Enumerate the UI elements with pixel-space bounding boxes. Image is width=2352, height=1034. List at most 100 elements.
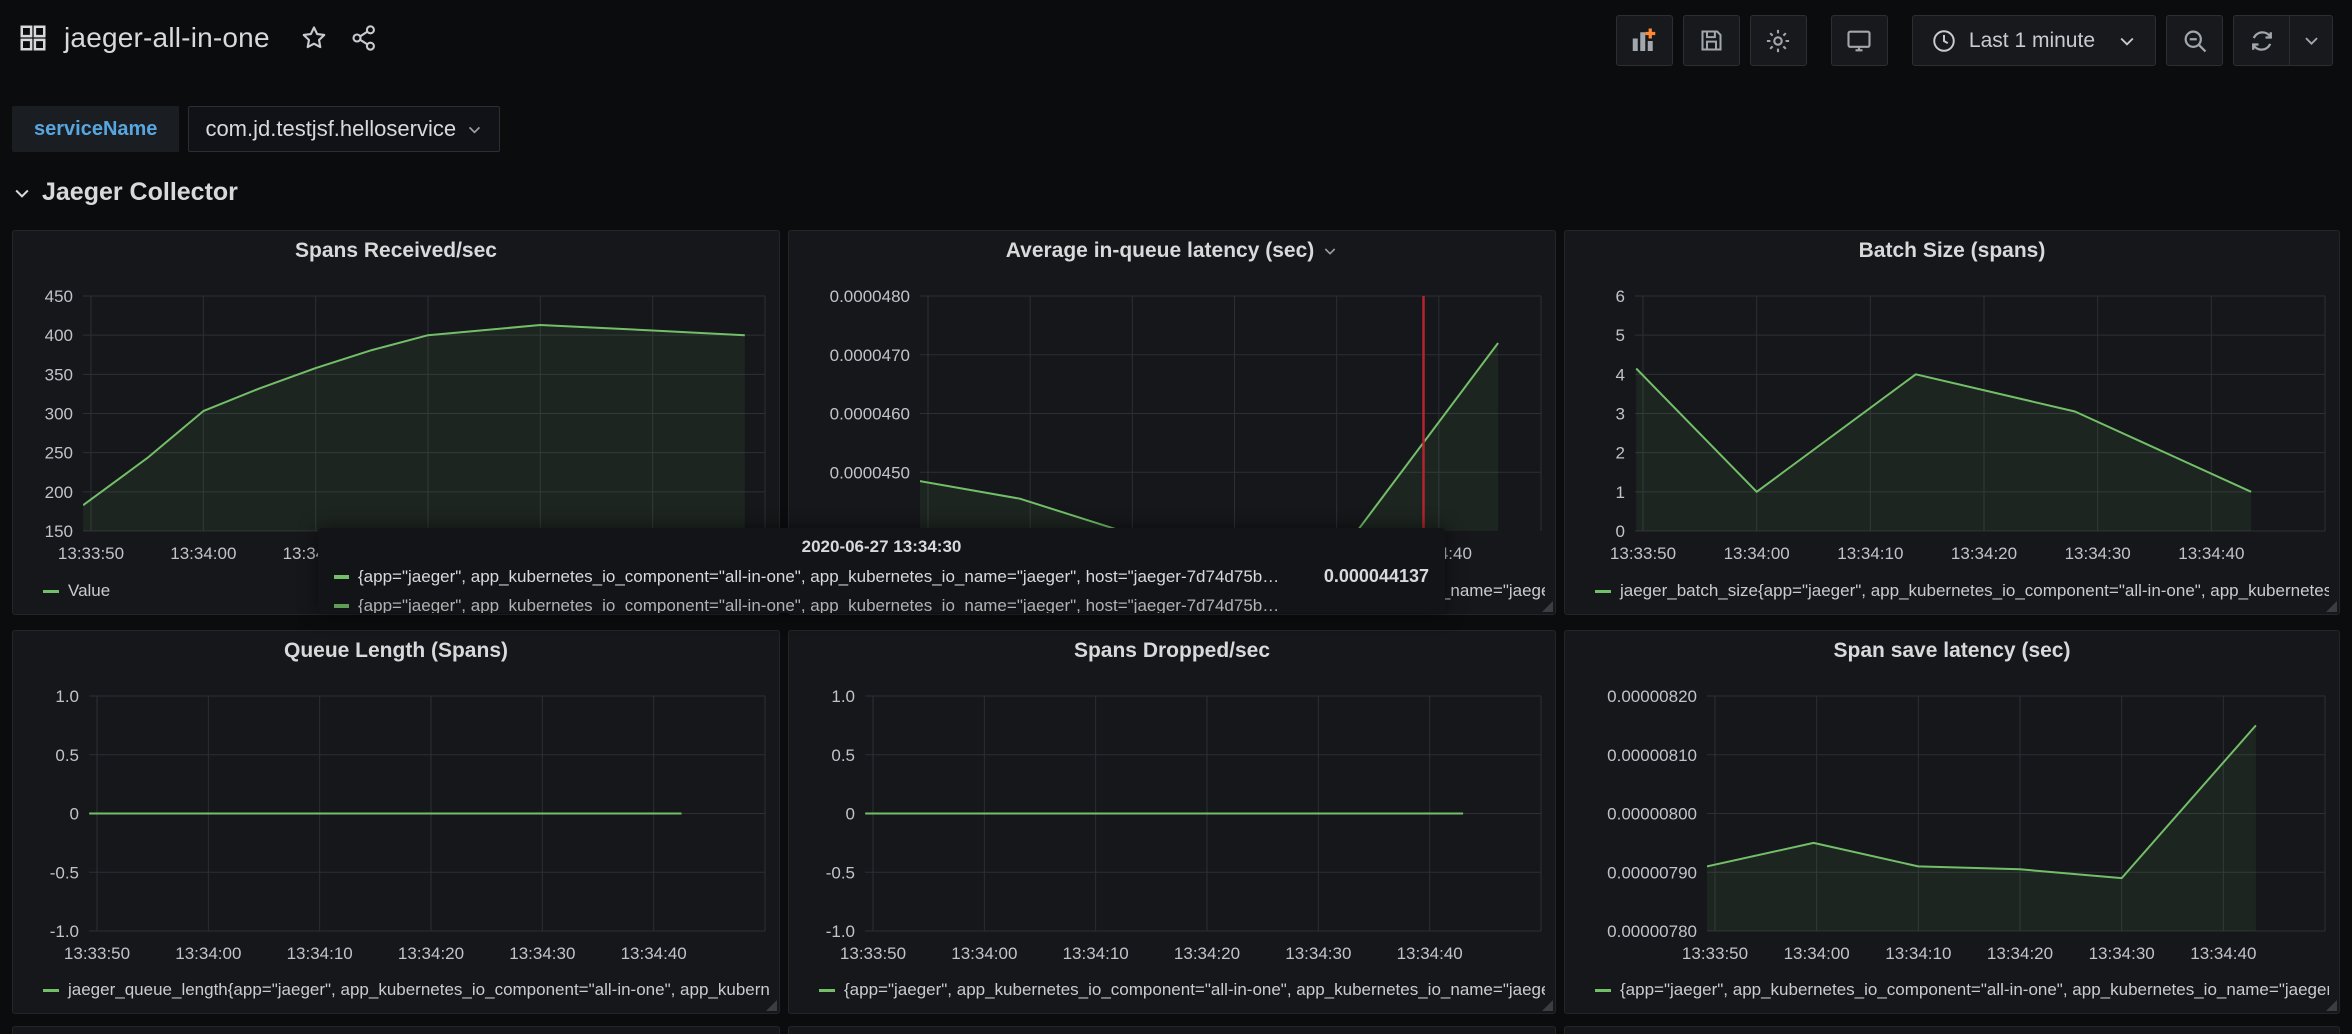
svg-text:0.00000810: 0.00000810 — [1607, 746, 1697, 765]
svg-text:13:34:40: 13:34:40 — [2178, 544, 2244, 563]
variable-label: serviceName — [12, 106, 180, 152]
save-dashboard-button[interactable] — [1682, 15, 1740, 66]
time-range-picker[interactable]: Last 1 minute — [1911, 15, 2156, 66]
svg-text:13:33:50: 13:33:50 — [840, 944, 906, 963]
svg-text:150: 150 — [45, 522, 73, 541]
tv-cycle-view-button[interactable] — [1830, 15, 1888, 66]
tooltip-timestamp: 2020-06-27 13:34:30 — [801, 537, 962, 556]
refresh-interval-dropdown[interactable] — [2290, 15, 2333, 66]
svg-text:0.0000480: 0.0000480 — [830, 287, 910, 306]
chart-batch-size[interactable]: 6 5 4 3 2 1 0 13:33:50 13:34:00 13:34:10 13:34:20 1… — [1565, 271, 2339, 571]
svg-text:1: 1 — [1616, 483, 1625, 502]
chart-span-save-latency[interactable]: 0.00000820 0.00000810 0.00000800 0.00000790… — [1565, 671, 2339, 971]
dashboard-settings-button[interactable] — [1749, 15, 1807, 66]
add-panel-button[interactable] — [1615, 15, 1673, 66]
svg-text:300: 300 — [45, 405, 73, 424]
svg-text:13:34:20: 13:34:20 — [398, 944, 464, 963]
zoom-out-time-button[interactable] — [2166, 15, 2223, 66]
svg-text:13:34:40: 13:34:40 — [1397, 944, 1463, 963]
svg-text:2: 2 — [1616, 444, 1625, 463]
panel-title-spans-received[interactable]: Spans Received/sec — [13, 231, 779, 271]
series-color-dash — [43, 988, 59, 992]
panel-title-span-save-latency[interactable]: Span save latency (sec) — [1565, 631, 2339, 671]
chart-inqueue-latency[interactable]: 0.00004800.00004700.00004600.000045013:3… — [789, 271, 1555, 571]
panel-title-batch-size[interactable]: Batch Size (spans) — [1565, 231, 2339, 271]
svg-text:0: 0 — [846, 805, 855, 824]
chevron-down-icon — [469, 126, 481, 134]
panel-span-save-latency: Span save latency (sec) 0.00000820 0.0000… — [1564, 630, 2340, 1014]
svg-text:13:34:40: 13:34:40 — [621, 944, 687, 963]
panel-title-inqueue-latency[interactable]: Average in-queue latency (sec) — [789, 231, 1555, 271]
chart-spans-received[interactable]: 45040035030025020015013:33:50 13:34:00 13:… — [13, 271, 779, 571]
gear-icon — [1767, 29, 1790, 52]
legend-spans-dropped[interactable]: {app="jaeger", app_kubernetes_io_compone… — [819, 977, 1545, 1003]
svg-text:-0.5: -0.5 — [50, 863, 79, 882]
series-color-dash — [819, 988, 835, 992]
svg-text:-0.5: -0.5 — [826, 863, 855, 882]
row-title: Jaeger Collector — [42, 178, 238, 206]
svg-text:3: 3 — [1616, 405, 1625, 424]
legend-batch-size[interactable]: jaeger_batch_size{app="jaeger", app_kube… — [1595, 578, 2329, 604]
svg-text:13:34:10: 13:34:10 — [1837, 544, 1903, 563]
legend-span-save-latency[interactable]: {app="jaeger", app_kubernetes_io_compone… — [1595, 977, 2329, 1003]
svg-text:13:34:00: 13:34:00 — [1784, 944, 1850, 963]
svg-text:13:34:00: 13:34:00 — [951, 944, 1017, 963]
svg-text:13:33:50: 13:33:50 — [58, 544, 124, 563]
panel-batch-size: Batch Size (spans) 6 5 4 3 2 1 0 13:33:50 13:34:… — [1564, 230, 2340, 615]
svg-text:0.0000470: 0.0000470 — [830, 346, 910, 365]
svg-text:0.00000780: 0.00000780 — [1607, 922, 1697, 941]
svg-text:13:34:20: 13:34:20 — [1987, 944, 2053, 963]
svg-text:450: 450 — [45, 287, 73, 306]
svg-text:350: 350 — [45, 365, 73, 384]
star-icon[interactable] — [300, 24, 328, 52]
variable-value-dropdown[interactable]: com.jd.testjsf.helloservice — [188, 106, 501, 152]
svg-text:13:33:50: 13:33:50 — [64, 944, 130, 963]
dashboards-grid-icon[interactable] — [18, 23, 48, 53]
chart-spans-dropped[interactable]: 1.0 0.5 0 -0.5 -1.0 13:33:50 13:34:00 13:34:10 1… — [789, 671, 1555, 971]
series-color-dash — [334, 574, 349, 579]
svg-text:6: 6 — [1616, 287, 1625, 306]
svg-text:0: 0 — [70, 805, 79, 824]
svg-text:13:33:50: 13:33:50 — [1610, 544, 1676, 563]
add-panel-icon — [1633, 28, 1656, 51]
series-color-dash — [334, 604, 349, 608]
series-color-dash — [1595, 988, 1611, 992]
panel-spans-dropped: Spans Dropped/sec 1.0 0.5 0 -0.5 -1.0 13:33:5… — [788, 630, 1556, 1014]
svg-text:0.00000790: 0.00000790 — [1607, 863, 1697, 882]
svg-text:13:34:20: 13:34:20 — [1951, 544, 2017, 563]
chevron-down-icon — [15, 189, 29, 198]
svg-text:13:34:30: 13:34:30 — [2065, 544, 2131, 563]
save-icon — [1701, 30, 1722, 51]
chevron-down-icon — [2120, 37, 2134, 46]
tooltip-series-row-clipped: {app="jaeger", app_kubernetes_io_compone… — [334, 596, 1429, 613]
series-color-dash — [43, 589, 59, 593]
svg-text:0.00000800: 0.00000800 — [1607, 805, 1697, 824]
svg-text:-1.0: -1.0 — [50, 922, 79, 941]
refresh-button[interactable] — [2233, 15, 2290, 66]
svg-text:-1.0: -1.0 — [826, 922, 855, 941]
graph-tooltip: 2020-06-27 13:34:30 {app="jaeger", app_k… — [318, 528, 1445, 613]
panel-queue-length: Queue Length (Spans) 1.0 0.5 0 -0.5 -1.0 13:3… — [12, 630, 780, 1014]
panel-title-spans-dropped[interactable]: Spans Dropped/sec — [789, 631, 1555, 671]
tooltip-series-row: {app="jaeger", app_kubernetes_io_compone… — [334, 566, 1429, 587]
svg-text:0.00000820: 0.00000820 — [1607, 687, 1697, 706]
svg-text:250: 250 — [45, 444, 73, 463]
svg-text:13:34:00: 13:34:00 — [1724, 544, 1790, 563]
panel-title-queue-length[interactable]: Queue Length (Spans) — [13, 631, 779, 671]
next-row-panel-top — [1564, 1026, 2340, 1034]
panel-menu-chevron-icon — [1325, 248, 1336, 255]
chevron-down-icon — [2304, 37, 2318, 46]
svg-text:0.0000460: 0.0000460 — [830, 405, 910, 424]
time-range-label: Last 1 minute — [1968, 28, 2095, 52]
share-icon[interactable] — [350, 24, 378, 52]
svg-text:0: 0 — [1616, 522, 1625, 541]
svg-text:13:34:10: 13:34:10 — [1063, 944, 1129, 963]
chart-queue-length[interactable]: 1.0 0.5 0 -0.5 -1.0 13:33:50 13:34:00 13:34:10 1… — [13, 671, 779, 971]
svg-text:13:34:30: 13:34:30 — [1285, 944, 1351, 963]
template-variables-row: serviceName com.jd.testjsf.helloservice — [12, 106, 501, 152]
series-color-dash — [1595, 589, 1611, 593]
row-header-jaeger-collector[interactable]: Jaeger Collector — [12, 178, 238, 207]
svg-text:13:34:20: 13:34:20 — [1174, 944, 1240, 963]
svg-text:13:34:10: 13:34:10 — [287, 944, 353, 963]
legend-queue-length[interactable]: jaeger_queue_length{app="jaeger", app_ku… — [43, 977, 769, 1003]
